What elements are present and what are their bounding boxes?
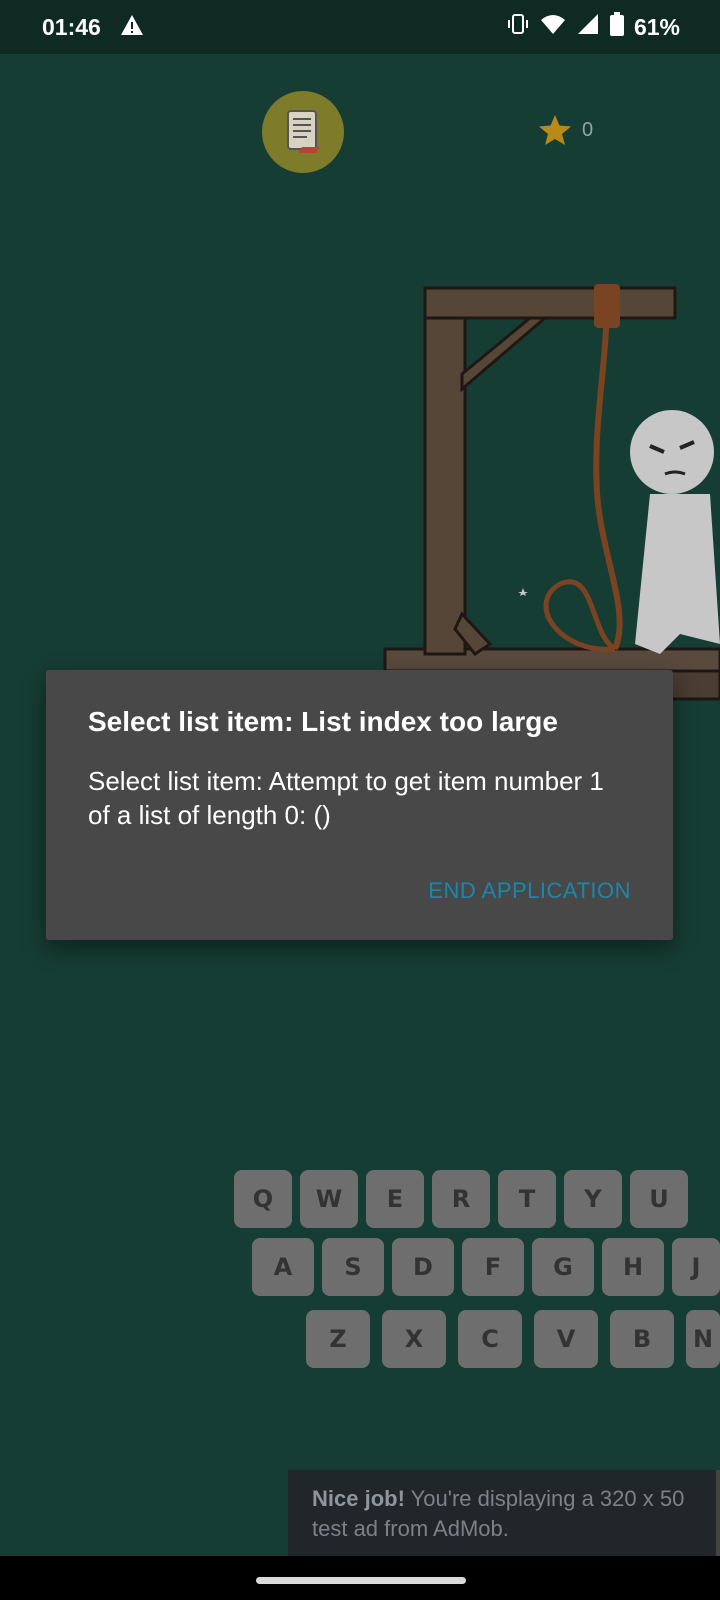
key-d[interactable]: D — [392, 1238, 454, 1296]
ad-edge — [716, 1470, 720, 1556]
key-z[interactable]: Z — [306, 1310, 370, 1368]
dialog-message: Select list item: Attempt to get item nu… — [88, 766, 604, 830]
ad-banner[interactable]: Nice job! You're displaying a 320 x 50 t… — [288, 1470, 720, 1556]
scroll-icon — [287, 110, 320, 153]
wifi-icon — [540, 13, 566, 41]
key-u[interactable]: U — [630, 1170, 688, 1228]
error-dialog: Select list item: List index too large S… — [46, 670, 673, 940]
status-bar: 01:46 61% — [0, 0, 720, 54]
score-display: 0 — [538, 114, 593, 146]
key-v[interactable]: V — [534, 1310, 598, 1368]
key-h[interactable]: H — [602, 1238, 664, 1296]
key-g[interactable]: G — [532, 1238, 594, 1296]
signal-icon — [576, 13, 600, 41]
dialog-title: Select list item: List index too large — [88, 706, 558, 737]
key-n[interactable]: N — [686, 1310, 720, 1368]
hint-scroll-button[interactable] — [262, 91, 344, 173]
key-t[interactable]: T — [498, 1170, 556, 1228]
key-x[interactable]: X — [382, 1310, 446, 1368]
key-j[interactable]: J — [672, 1238, 720, 1296]
ad-lead: Nice job! — [312, 1486, 405, 1511]
key-q[interactable]: Q — [234, 1170, 292, 1228]
key-f[interactable]: F — [462, 1238, 524, 1296]
score-count: 0 — [582, 118, 594, 141]
status-time: 01:46 — [42, 14, 101, 40]
key-e[interactable]: E — [366, 1170, 424, 1228]
warning-icon — [120, 14, 144, 41]
battery-percent: 61% — [633, 13, 680, 40]
game-area: 0 Select list item: List index too large… — [0, 54, 720, 1554]
key-r[interactable]: R — [432, 1170, 490, 1228]
gallows-illustration — [383, 284, 720, 701]
vibrate-icon — [506, 13, 530, 41]
key-b[interactable]: B — [610, 1310, 674, 1368]
end-application-button[interactable]: END APPLICATION — [428, 878, 631, 904]
battery-icon — [609, 12, 624, 42]
key-w[interactable]: W — [300, 1170, 358, 1228]
star-icon — [539, 115, 571, 145]
key-a[interactable]: A — [252, 1238, 314, 1296]
key-y[interactable]: Y — [564, 1170, 622, 1228]
home-handle[interactable] — [256, 1577, 466, 1584]
key-s[interactable]: S — [322, 1238, 384, 1296]
key-c[interactable]: C — [458, 1310, 522, 1368]
